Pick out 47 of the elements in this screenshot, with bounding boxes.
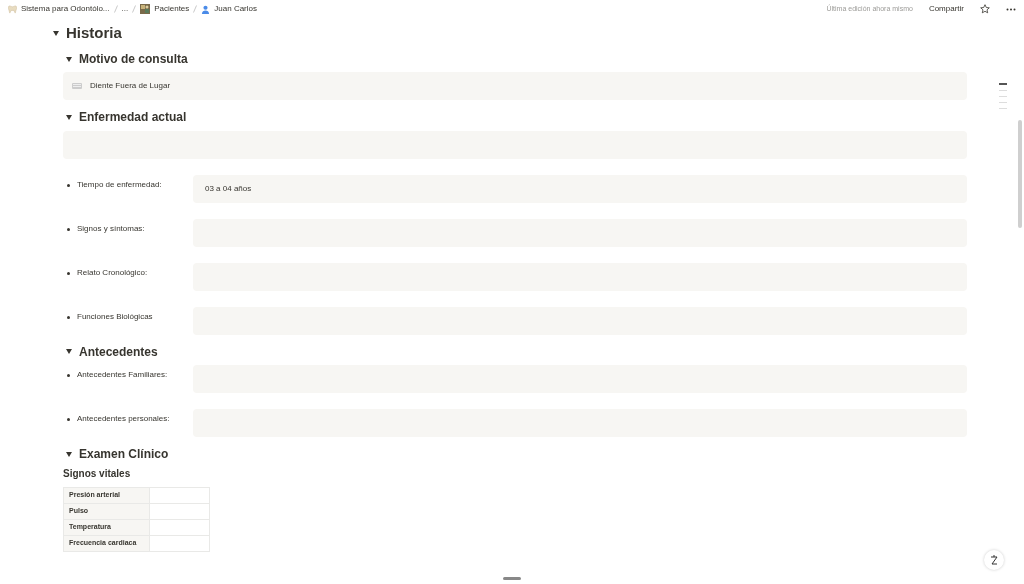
star-icon[interactable] [980, 4, 990, 14]
table-heading: Signos vitales [63, 467, 132, 480]
bullet-icon [67, 374, 70, 378]
separator-icon [193, 5, 198, 13]
table-cell[interactable] [149, 519, 210, 536]
field-label: Tiempo de enfermedad: [77, 178, 163, 191]
field-label: Antecedentes Familiares: [77, 369, 169, 382]
keyboard-icon [72, 83, 82, 90]
breadcrumb-link[interactable]: Sistema para Odontólo... [8, 3, 110, 15]
field-label: Relato Cronológico: [77, 266, 149, 279]
toggle-icon[interactable] [63, 349, 75, 355]
help-button[interactable] [984, 550, 1004, 570]
toggle-icon[interactable] [63, 115, 75, 121]
table-cell[interactable] [149, 535, 210, 552]
bullet-icon [67, 418, 70, 422]
toggle-icon[interactable] [63, 451, 75, 457]
field-label: Antecedentes personales: [77, 413, 171, 426]
field-label: Signos y síntomas: [77, 222, 146, 235]
table-cell[interactable] [149, 503, 210, 520]
help-icon [989, 555, 999, 565]
toggle-icon[interactable] [50, 30, 62, 36]
more-icon[interactable] [1006, 7, 1016, 11]
breadcrumb-link[interactable]: Juan Carlos [201, 3, 257, 15]
bullet-icon [67, 271, 70, 275]
separator-icon [113, 5, 118, 13]
drag-handle[interactable] [503, 577, 521, 580]
section-heading: Examen Clínico [79, 447, 169, 462]
section-heading: Enfermedad actual [79, 110, 187, 125]
breadcrumb-link[interactable]: ... [121, 3, 129, 15]
tooth-icon [8, 4, 17, 14]
bullet-icon [67, 183, 70, 187]
breadcrumb-link[interactable]: Pacientes [140, 3, 190, 15]
field-input[interactable]: 03 a 04 años [193, 174, 967, 203]
bullet-icon [67, 315, 70, 319]
table-of-contents[interactable] [999, 83, 1007, 109]
page-heading: Historia [66, 24, 122, 42]
toggle-icon[interactable] [63, 56, 75, 62]
separator-icon [132, 5, 137, 13]
section-heading: Antecedentes [79, 344, 158, 360]
table-cell[interactable] [149, 487, 210, 504]
field-label: Funciones Biológicas [77, 310, 154, 323]
scrollbar[interactable] [1018, 120, 1022, 228]
person-icon [201, 4, 211, 14]
callout-text: Diente Fuera de Lugar [90, 80, 171, 93]
share-button[interactable]: Compartir [928, 3, 964, 15]
bullet-icon [67, 227, 70, 231]
section-heading: Motivo de consulta [79, 52, 188, 67]
